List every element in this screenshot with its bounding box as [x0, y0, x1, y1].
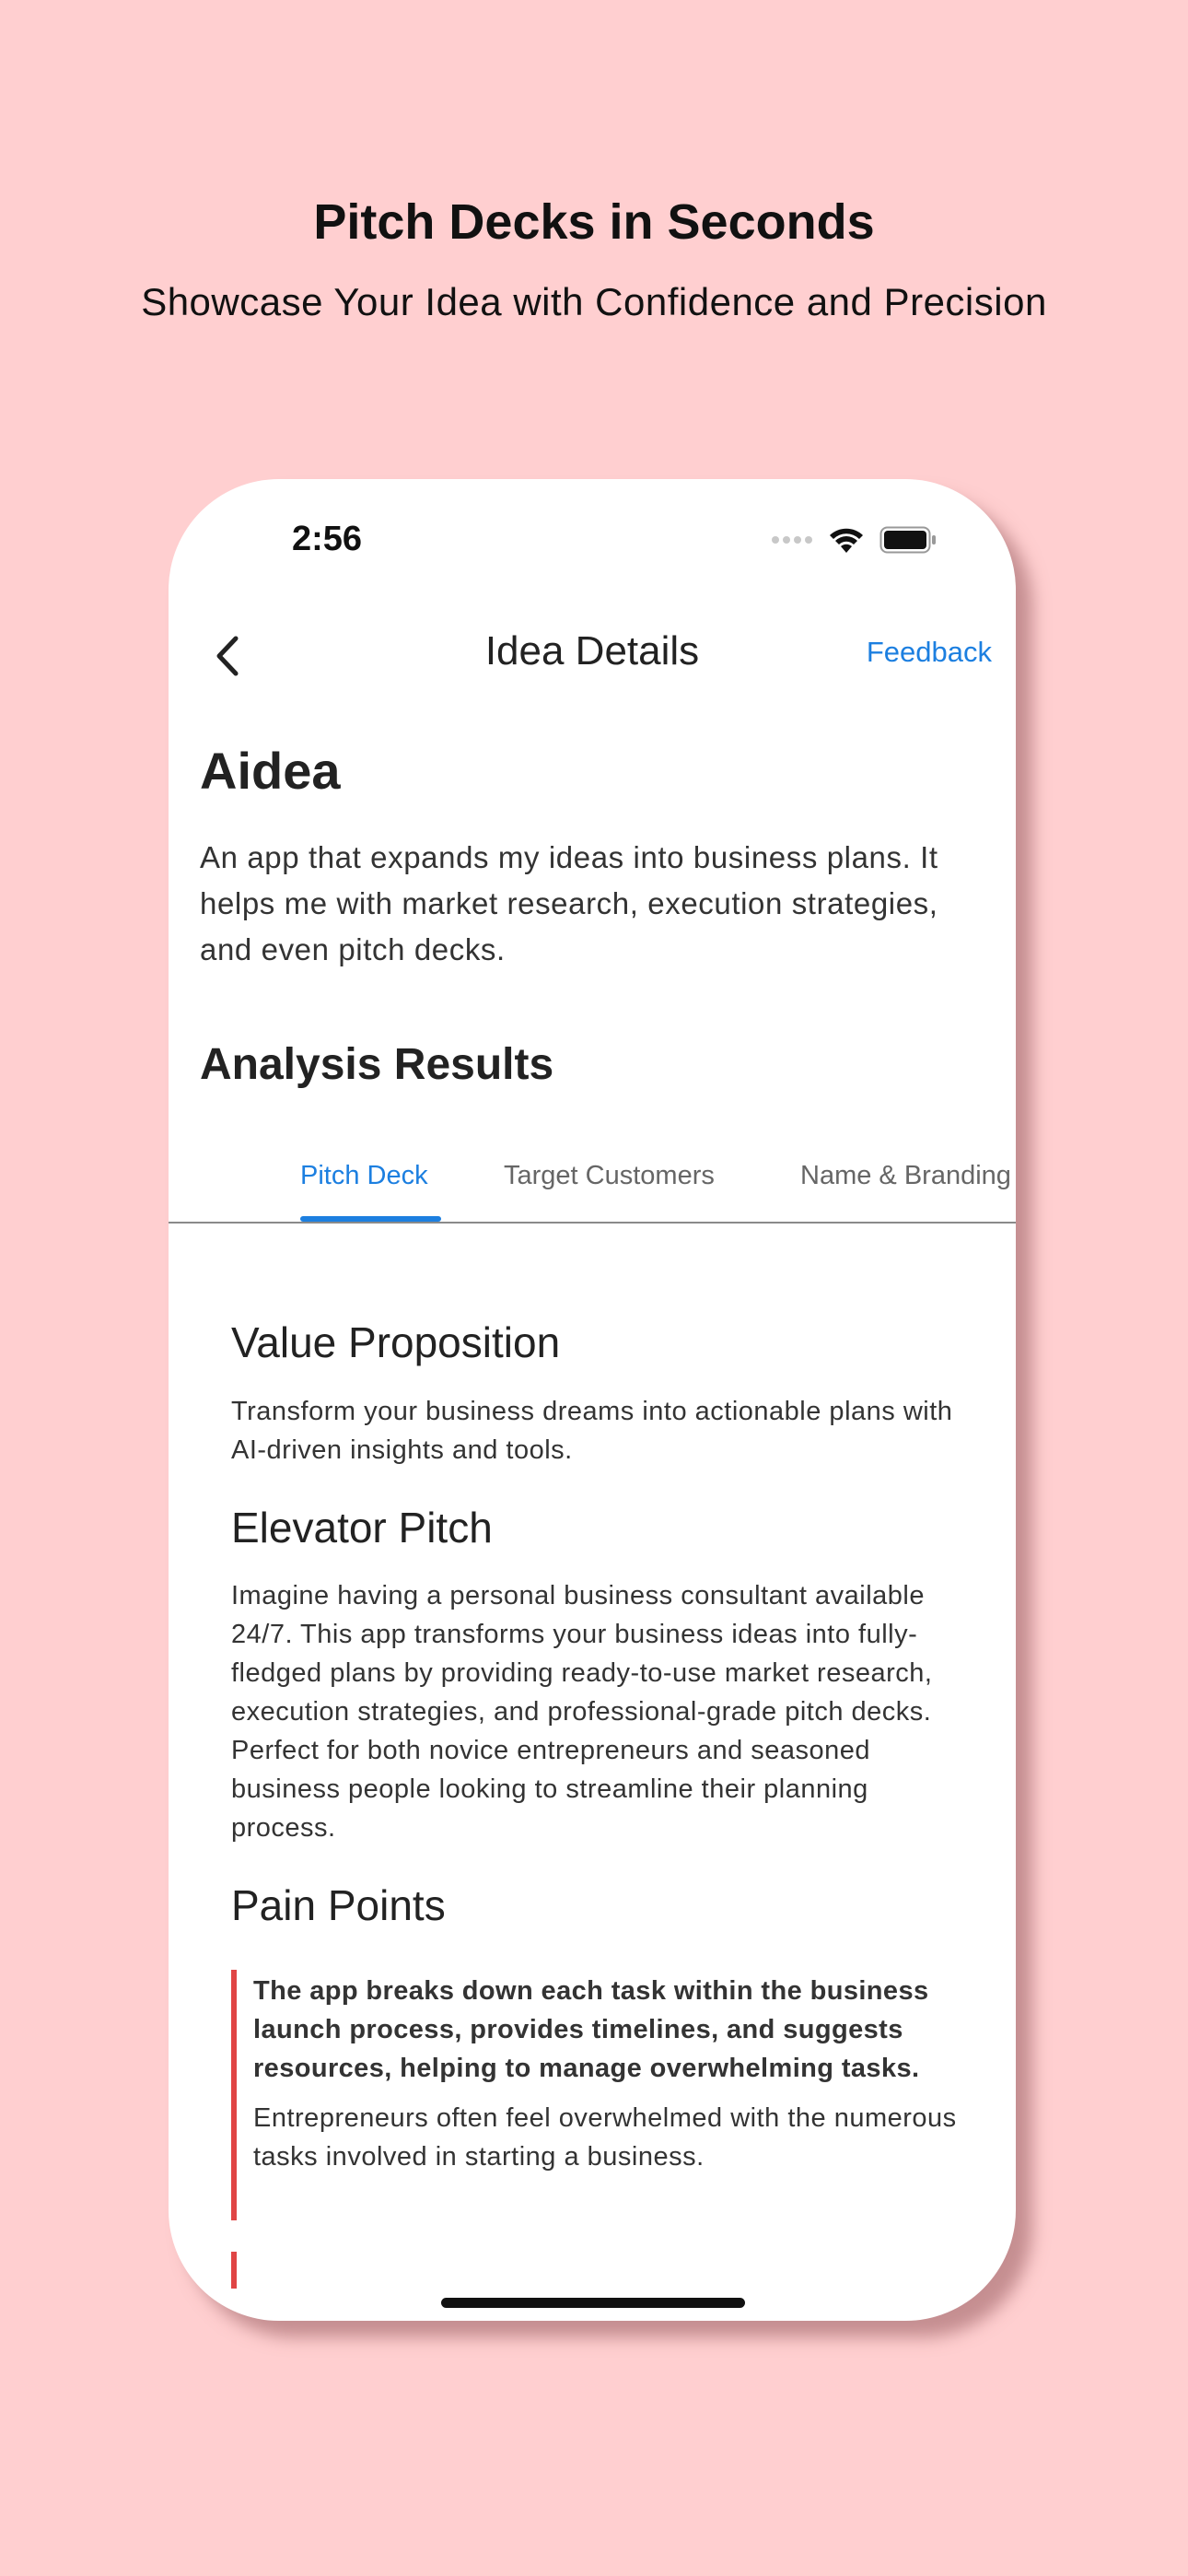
elevator-pitch-text: Imagine having a personal business consu…: [231, 1581, 933, 1843]
idea-description: An app that expands my ideas into busine…: [200, 840, 938, 966]
analysis-tabs: Pitch Deck Target Customers Name & Brand…: [169, 1124, 1016, 1224]
pain-point-problem: Entrepreneurs often feel overwhelmed wit…: [253, 2103, 957, 2172]
tab-name-branding[interactable]: Name & Branding: [800, 1161, 1011, 1191]
status-time: 2:56: [292, 520, 363, 558]
pain-point-item-next: [231, 2252, 237, 2289]
promo-title: Pitch Decks in Seconds: [313, 194, 875, 250]
wifi-icon: [830, 528, 863, 553]
battery-icon: [879, 526, 936, 554]
status-icons: [771, 525, 937, 555]
value-proposition-heading: Value Proposition: [231, 1318, 561, 1366]
elevator-pitch-heading: Elevator Pitch: [231, 1504, 493, 1551]
home-indicator[interactable]: [441, 2298, 745, 2308]
idea-title: Aidea: [200, 742, 341, 800]
active-tab-indicator: [300, 1216, 441, 1222]
phone-screen: 2:56 Idea Details Feedback Aidea An app …: [169, 479, 1016, 2321]
cellular-dots-icon: [772, 536, 812, 544]
pain-points-heading: Pain Points: [231, 1881, 446, 1929]
tab-pitch-deck[interactable]: Pitch Deck: [300, 1161, 428, 1191]
pain-point-solution: The app breaks down each task within the…: [253, 1976, 929, 2083]
promo-subtitle: Showcase Your Idea with Confidence and P…: [141, 280, 1047, 323]
analysis-results-heading: Analysis Results: [200, 1040, 554, 1089]
pain-point-item: The app breaks down each task within the…: [231, 1970, 981, 2220]
tab-target-customers[interactable]: Target Customers: [504, 1161, 715, 1191]
feedback-button[interactable]: Feedback: [867, 636, 992, 669]
value-proposition-text: Transform your business dreams into acti…: [231, 1397, 953, 1465]
